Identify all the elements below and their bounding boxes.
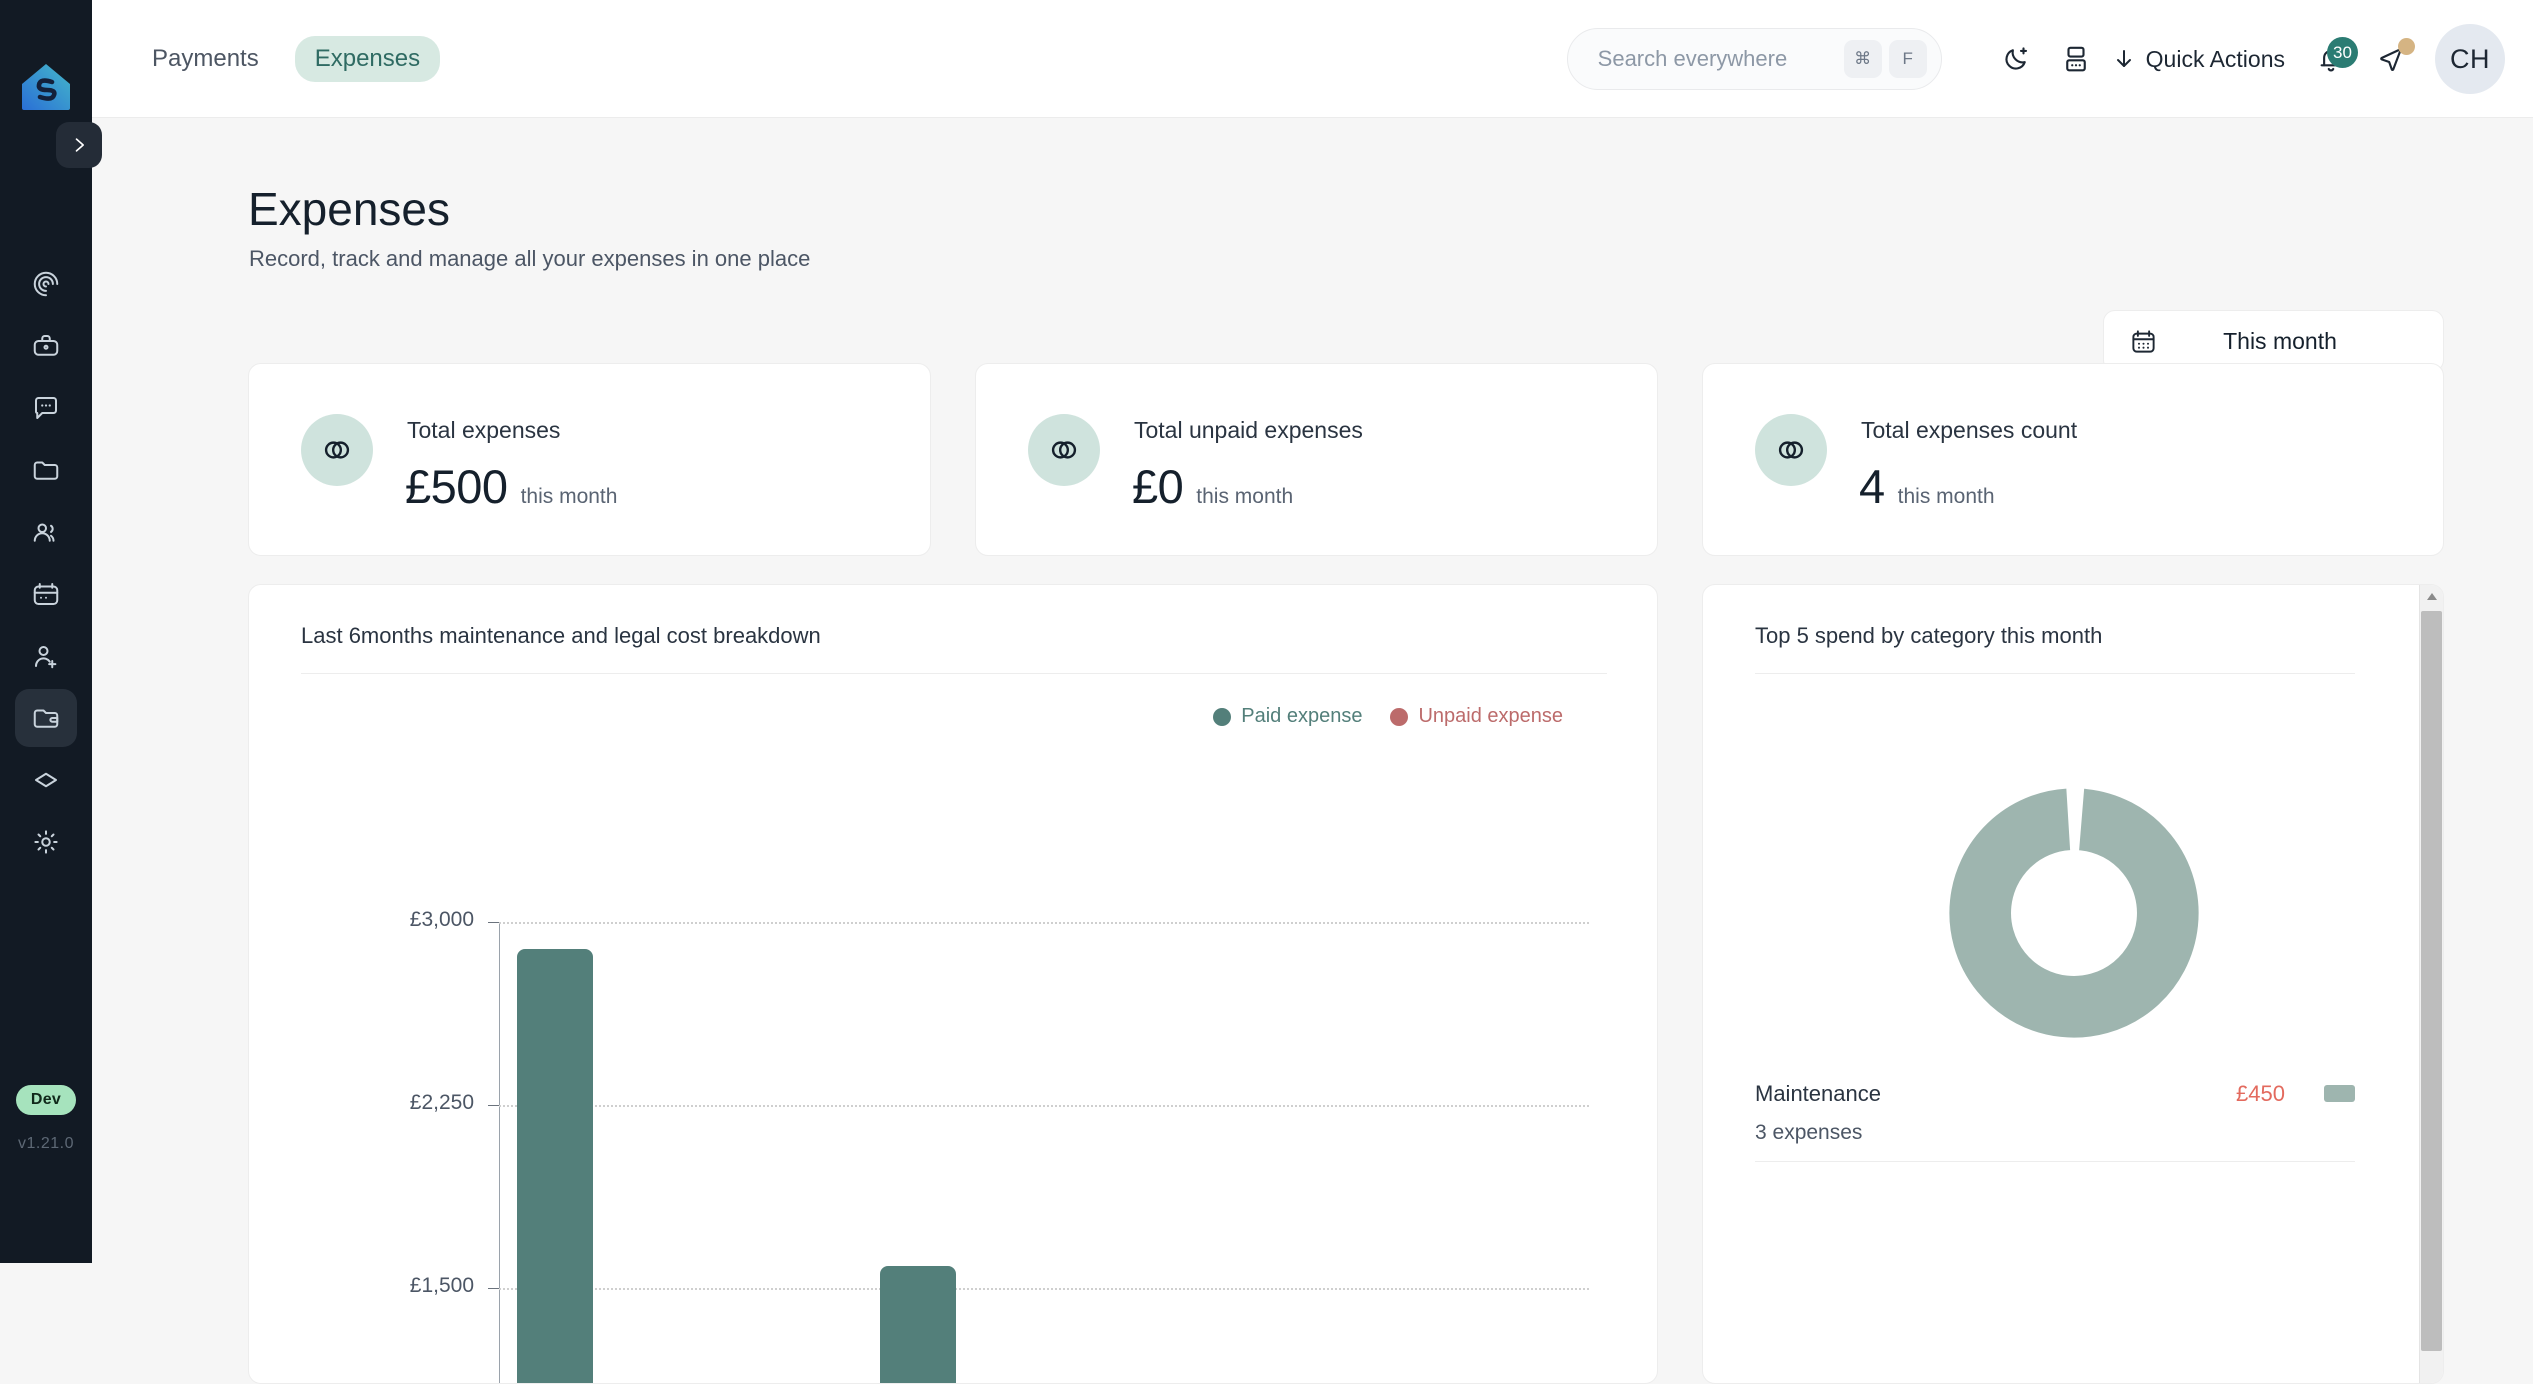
wallet-icon — [33, 709, 59, 728]
sidebar-item-expenses[interactable] — [15, 689, 77, 747]
coins-icon — [1755, 414, 1827, 486]
calendar-icon — [2130, 328, 2157, 355]
user-add-icon — [34, 646, 57, 669]
category-amount: £450 — [2236, 1081, 2285, 1106]
kbd-f: F — [1888, 40, 1927, 78]
stat-value: £0 — [1132, 460, 1184, 513]
page-title: Expenses — [248, 183, 451, 235]
briefcase-icon — [33, 335, 59, 356]
send-status-dot — [2398, 38, 2415, 55]
tab-payments[interactable]: Payments — [132, 36, 279, 82]
donut-svg — [1949, 788, 2199, 1038]
house-s-logo[interactable] — [18, 58, 74, 114]
sidebar-item-tenants[interactable] — [15, 627, 77, 685]
stat-value-row: £500 this month — [405, 459, 617, 514]
sidebar-nav — [0, 255, 92, 875]
diamond-icon — [35, 772, 57, 788]
bar-chart-panel: Last 6months maintenance and legal cost … — [248, 584, 1658, 1384]
category-color-swatch — [2324, 1085, 2355, 1102]
y-axis-tick-label: £3,000 — [409, 908, 474, 931]
donut-chart-title: Top 5 spend by category this month — [1755, 623, 2103, 648]
tick-mark — [488, 1288, 499, 1289]
gridline — [499, 1288, 1589, 1290]
device-icon — [2065, 46, 2086, 72]
stat-period: this month — [1196, 485, 1294, 508]
divider — [1755, 1161, 2355, 1162]
stat-period: this month — [1897, 485, 1995, 508]
search-input[interactable]: Search everywhere ⌘ F — [1566, 28, 1942, 90]
y-axis-tick-label: £1,500 — [409, 1274, 474, 1297]
category-count: 3 expenses — [1755, 1121, 1863, 1144]
moon-plus-icon — [2005, 47, 2027, 70]
stat-value-row: 4 this month — [1859, 459, 1995, 514]
sidebar: Dev v1.21.0 — [0, 0, 102, 1263]
topbar: Payments Expenses Search everywhere ⌘ F — [92, 0, 2533, 118]
calendar-icon — [33, 583, 59, 605]
theme-toggle-button[interactable] — [1986, 29, 2046, 89]
coins-icon — [301, 414, 373, 486]
category-name: Maintenance — [1755, 1081, 1881, 1106]
stat-value-row: £0 this month — [1132, 459, 1293, 514]
date-range-label: This month — [2223, 327, 2337, 354]
tab-expenses[interactable]: Expenses — [294, 36, 441, 82]
stat-value: £500 — [405, 460, 508, 513]
kbd-command: ⌘ — [1843, 40, 1882, 78]
sidebar-item-portfolio[interactable] — [15, 317, 77, 375]
coins-icon — [1028, 414, 1100, 486]
notifications-button[interactable]: 30 — [2301, 29, 2361, 89]
stat-card-total-expenses[interactable]: Total expenses £500 this month — [248, 363, 931, 556]
sidebar-item-contacts[interactable] — [15, 503, 77, 561]
send-button[interactable] — [2361, 29, 2421, 89]
stat-label: Total expenses — [407, 417, 561, 443]
scroll-up-arrow-icon[interactable] — [2420, 585, 2443, 609]
topbar-actions: Search everywhere ⌘ F Quick Actions 30 C… — [1566, 0, 2505, 118]
stat-value: 4 — [1859, 460, 1885, 513]
bar-paid-expense[interactable] — [517, 948, 593, 1383]
stat-period: this month — [520, 485, 618, 508]
sidebar-item-calendar[interactable] — [15, 565, 77, 623]
bar-paid-expense[interactable] — [880, 1266, 957, 1383]
sidebar-item-documents[interactable] — [15, 441, 77, 499]
quick-actions-button[interactable]: Quick Actions — [2112, 46, 2285, 73]
stat-label: Total unpaid expenses — [1134, 417, 1363, 443]
sidebar-item-settings[interactable] — [15, 813, 77, 871]
page-subtitle: Record, track and manage all your expens… — [249, 246, 811, 271]
sidebar-item-messages[interactable] — [15, 379, 77, 437]
avatar[interactable]: CH — [2435, 24, 2505, 94]
chevron-right-icon — [75, 138, 84, 152]
stat-card-total-unpaid-expenses[interactable]: Total unpaid expenses £0 this month — [975, 363, 1658, 556]
scrollbar-thumb[interactable] — [2421, 611, 2442, 1351]
nav-tabs: Payments Expenses — [132, 36, 441, 82]
notification-badge: 30 — [2327, 37, 2358, 68]
dashboard-spiral-icon — [33, 271, 59, 297]
people-icon — [33, 523, 55, 542]
gridline — [499, 922, 1589, 924]
chat-bubble-icon — [35, 397, 57, 419]
version-label: v1.21.0 — [18, 1135, 74, 1152]
y-axis-tick-label: £2,250 — [409, 1091, 474, 1114]
donut-chart-plot[interactable] — [1703, 703, 2443, 1123]
bar-chart-plot[interactable]: £3,000£2,250£1,500£750£0 — [249, 585, 1657, 1383]
stat-label: Total expenses count — [1861, 417, 2078, 443]
gear-icon — [34, 830, 58, 854]
y-axis-line — [499, 922, 500, 1383]
env-badge: Dev — [16, 1085, 76, 1115]
device-button[interactable] — [2046, 29, 2106, 89]
page-content: Expenses Record, track and manage all yo… — [92, 118, 2533, 1384]
tick-mark — [488, 1105, 499, 1106]
divider — [1755, 673, 2355, 674]
donut-chart-panel: Top 5 spend by category this month Maint… — [1702, 584, 2444, 1384]
tick-mark — [488, 922, 499, 923]
search-placeholder: Search everywhere — [1597, 46, 1788, 71]
sidebar-toggle-button[interactable] — [56, 122, 102, 168]
sidebar-item-deals[interactable] — [15, 751, 77, 809]
donut-panel-scrollbar[interactable] — [2419, 585, 2443, 1383]
folder-icon — [33, 461, 59, 480]
stat-card-total-expenses-count[interactable]: Total expenses count 4 this month — [1702, 363, 2444, 556]
gridline — [499, 1105, 1589, 1107]
arrow-down-icon — [2116, 50, 2131, 67]
sidebar-item-dashboard[interactable] — [15, 255, 77, 313]
quick-actions-label: Quick Actions — [2145, 45, 2285, 72]
